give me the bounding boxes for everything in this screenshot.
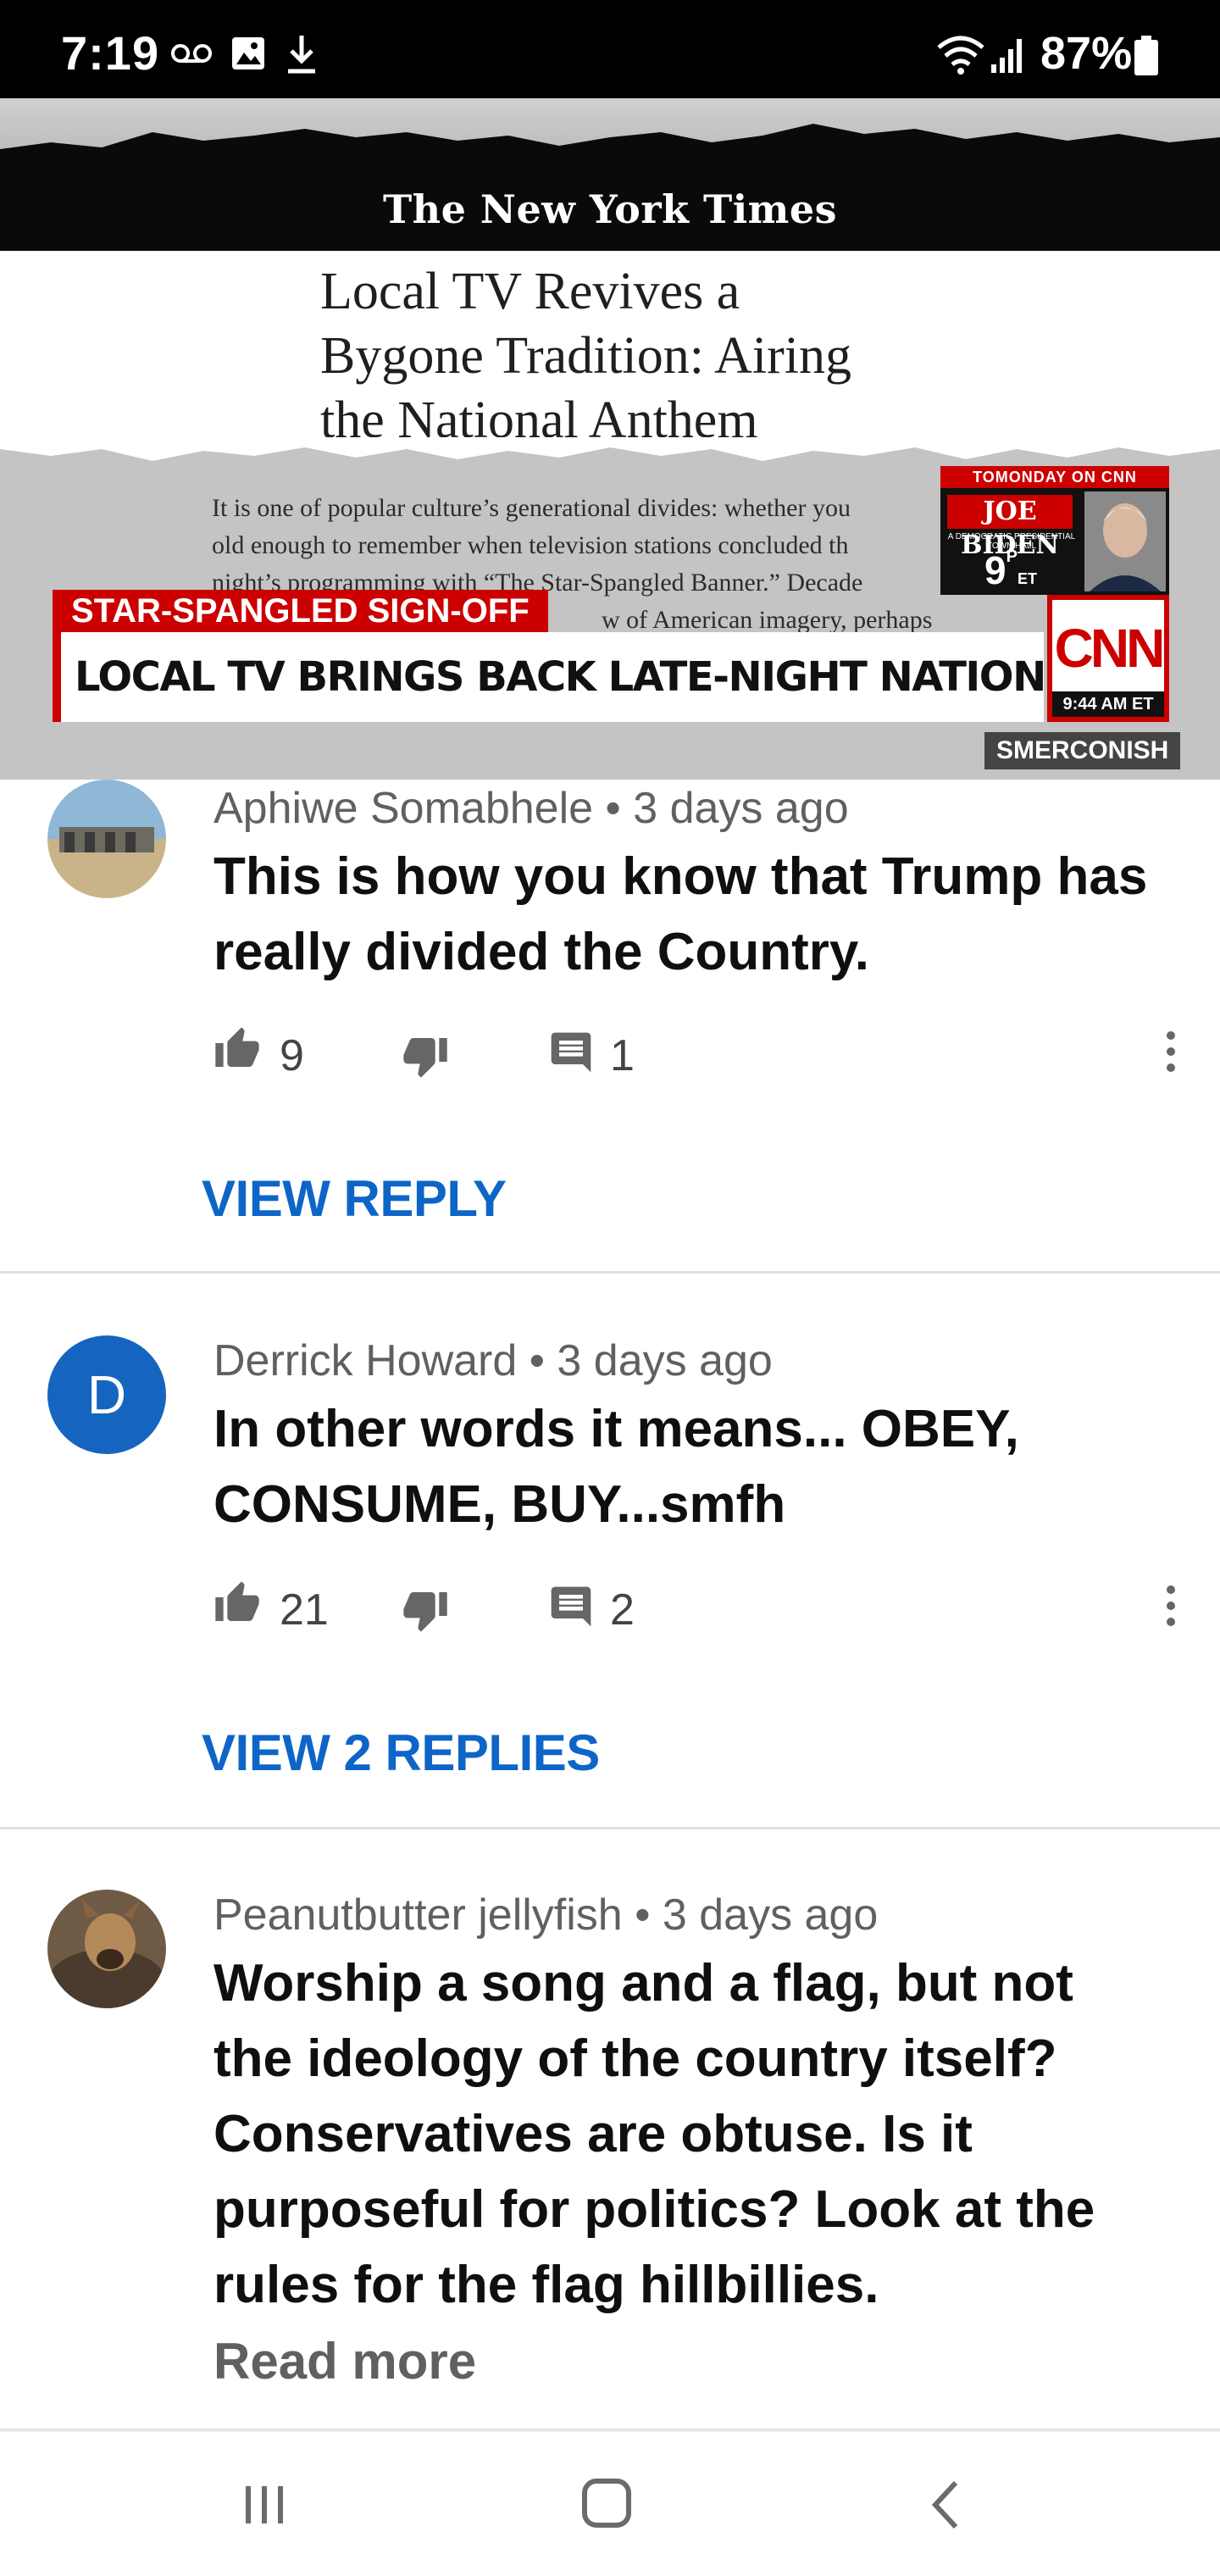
lower-third-headline: LOCAL TV BRINGS BACK LATE-NIGHT NATIONAL…: [53, 632, 1044, 722]
dislike-button[interactable]: [402, 1019, 449, 1086]
lower-third-tag: STAR-SPANGLED SIGN-OFF: [53, 590, 548, 632]
battery-percent: 87%: [1040, 28, 1133, 79]
more-options-icon[interactable]: [1154, 1022, 1188, 1081]
like-button[interactable]: [214, 1573, 261, 1641]
divider: [0, 1827, 1220, 1829]
like-count: 21: [280, 1585, 329, 1635]
comment-text: In other words it means... OBEY, CONSUME…: [214, 1400, 1019, 1534]
avatar[interactable]: [47, 1890, 166, 2008]
avatar[interactable]: [47, 780, 166, 898]
comment-meta: Peanutbutter jellyfish • 3 days ago: [214, 1890, 879, 1940]
broadcast-clock: 9:44 AM ET: [1052, 691, 1164, 717]
comment-author[interactable]: Aphiwe Somabhele: [214, 784, 593, 833]
battery-icon: [1134, 36, 1159, 80]
show-name: SMERCONISH: [984, 732, 1181, 769]
dislike-button[interactable]: [402, 1573, 449, 1641]
reply-count: 2: [610, 1585, 635, 1635]
status-bar: 7:19 87%: [0, 0, 1220, 98]
download-icon: [286, 34, 317, 79]
article-headline: Local TV Revives a Bygone Tradition: Air…: [320, 263, 851, 449]
comment-author[interactable]: Peanutbutter jellyfish: [214, 1890, 623, 1940]
signal-icon: [990, 37, 1027, 79]
read-more-link[interactable]: Read more: [214, 2332, 476, 2390]
back-icon[interactable]: [896, 2471, 998, 2539]
promo-name: JOE BIDEN: [947, 495, 1073, 560]
like-count: 9: [280, 1031, 304, 1080]
comment-meta: Derrick Howard • 3 days ago: [214, 1336, 773, 1385]
headline-panel: Local TV Revives a Bygone Tradition: Air…: [0, 251, 1220, 463]
image-icon: [230, 36, 266, 75]
comment-age: 3 days ago: [557, 1336, 773, 1385]
recent-apps-icon[interactable]: [214, 2471, 315, 2539]
cnn-logo: CNN: [1054, 618, 1166, 679]
comment-meta: Aphiwe Somabhele • 3 days ago: [214, 784, 849, 833]
wifi-icon: [935, 34, 986, 79]
candidate-photo: [1084, 491, 1166, 591]
nyt-logo: The New York Times: [382, 186, 838, 232]
promo-time: 9PET: [984, 547, 1037, 592]
avatar[interactable]: D: [47, 1335, 166, 1454]
comment-text: Worship a song and a flag, but not the i…: [214, 1954, 1095, 2314]
comment-author[interactable]: Derrick Howard: [214, 1336, 517, 1385]
divider: [0, 1271, 1220, 1274]
comment-actions: 21 2: [214, 1573, 1188, 1641]
comment-actions: 9 1: [214, 1019, 1188, 1086]
reply-count: 1: [610, 1031, 635, 1080]
home-icon[interactable]: [556, 2471, 657, 2539]
view-replies-button[interactable]: VIEW REPLY: [202, 1169, 507, 1228]
more-options-icon[interactable]: [1154, 1576, 1188, 1635]
like-button[interactable]: [214, 1019, 261, 1086]
comment-age: 3 days ago: [633, 784, 849, 833]
comment-text: This is how you know that Trump has real…: [214, 847, 1148, 981]
cnn-bug: CNN 9:44 AM ET: [1047, 595, 1169, 722]
view-replies-button[interactable]: VIEW 2 REPLIES: [202, 1724, 600, 1782]
status-time: 7:19: [61, 26, 160, 80]
voicemail-icon: [171, 42, 212, 69]
comment-age: 3 days ago: [662, 1890, 879, 1940]
promo-top: TOMONDAY ON CNN: [940, 466, 1169, 488]
reply-button[interactable]: [547, 1019, 595, 1086]
video-player[interactable]: The New York Times Local TV Revives a By…: [0, 98, 1220, 780]
system-nav-bar: [0, 2430, 1220, 2576]
reply-button[interactable]: [547, 1573, 595, 1641]
town-hall-promo: TOMONDAY ON CNN JOE BIDEN A DEMOCRATIC P…: [940, 466, 1169, 595]
